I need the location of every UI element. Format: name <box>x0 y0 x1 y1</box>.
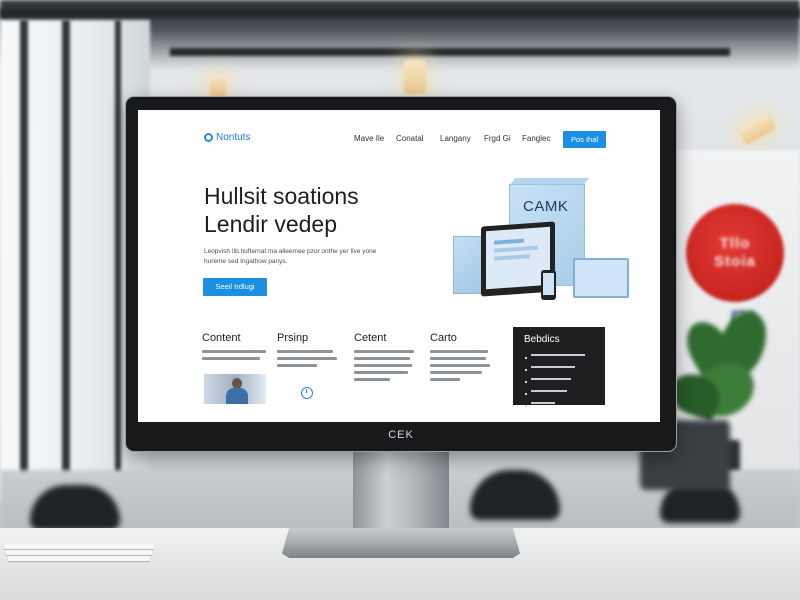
paper-stack <box>6 550 152 555</box>
pendant-lamp <box>737 112 777 146</box>
pendant-lamp <box>404 60 426 94</box>
site-header: Nontuts Mave Ile Conatal Langany Frgd Gi… <box>138 110 660 168</box>
nav-cta-button[interactable]: Pos Ihal <box>563 131 606 148</box>
list-item <box>525 366 585 375</box>
monitor-stand-base <box>282 528 520 558</box>
phone-illustration <box>541 270 556 300</box>
paper-stack <box>4 544 154 549</box>
list-item <box>525 390 585 399</box>
window-frame <box>115 20 121 500</box>
monitor-screen: Nontuts Mave Ile Conatal Langany Frgd Gi… <box>138 110 660 422</box>
monitor-brand-label: CEK <box>388 429 414 441</box>
hero-illustration: CAMK <box>453 178 633 308</box>
site-logo[interactable]: Nontuts <box>204 132 250 143</box>
nav-link[interactable]: Fanglec <box>522 134 550 143</box>
clock-icon <box>301 387 313 399</box>
logo-text: Nontuts <box>216 132 251 143</box>
list-item <box>525 402 585 411</box>
pendant-lamp <box>210 75 226 97</box>
hero-title-line: Hullsit soations <box>204 183 359 209</box>
ceiling-beam <box>0 8 800 18</box>
sign-text: Stoia <box>714 253 756 270</box>
sign-text: Tllo <box>719 235 751 252</box>
nav-link[interactable]: Mave Ile <box>354 134 384 143</box>
red-circle-sign: Tllo Stoia <box>686 204 784 302</box>
feature-column: Prsinp <box>277 332 349 371</box>
paper-stack <box>8 556 150 561</box>
nav-link[interactable]: Langany <box>440 134 471 143</box>
monitor-stand <box>353 451 449 533</box>
hero-title-line: Lendir vedep <box>204 211 337 237</box>
box-label: CAMK <box>523 198 569 215</box>
feature-title: Cetent <box>354 332 387 344</box>
hero-cta-button[interactable]: Seeil Irdlugi <box>203 278 267 296</box>
hero-title: Hullsit soations Lendir vedep <box>204 182 359 238</box>
dark-info-card: Bebdics <box>513 327 605 407</box>
feature-column: Content <box>202 332 274 364</box>
person-photo <box>204 374 266 404</box>
logo-icon <box>204 133 213 142</box>
feature-title: Prsinp <box>277 332 309 344</box>
feature-column: Carto <box>430 332 502 385</box>
window-frame <box>62 20 70 500</box>
card-title: Bebdics <box>524 334 560 345</box>
feature-title: Carto <box>430 332 457 344</box>
nav-link[interactable]: Frgd Gi <box>484 134 511 143</box>
feature-title: Content <box>202 332 241 344</box>
tablet-illustration <box>573 258 629 298</box>
nav-link[interactable]: Conatal <box>396 134 424 143</box>
list-item <box>525 354 585 363</box>
feature-column: Cetent <box>354 332 426 385</box>
ceiling-beam <box>170 48 730 56</box>
list-item <box>525 378 585 387</box>
card-list <box>525 351 585 411</box>
window-frame <box>20 20 28 500</box>
hero-description: Leopvish Ilb.hufternat ma alleemee pzor … <box>204 248 377 265</box>
